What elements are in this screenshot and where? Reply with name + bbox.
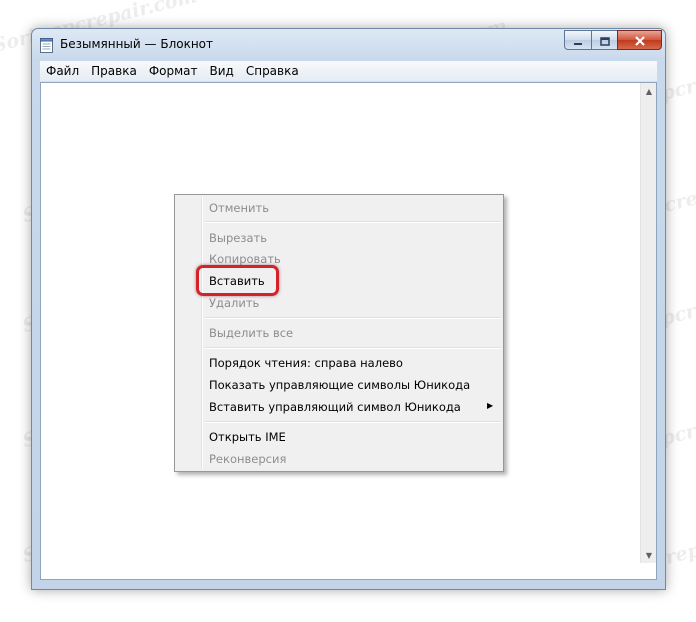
menu-separator — [205, 221, 501, 223]
notepad-icon — [40, 38, 53, 53]
menu-separator — [205, 347, 501, 349]
menu-item-insert-unicode-control-char[interactable]: Вставить управляющий символ Юникода — [209, 398, 461, 416]
menu-gutter — [201, 197, 203, 469]
caption-buttons — [564, 30, 662, 50]
menu-file[interactable]: Файл — [40, 61, 85, 81]
window-title: Безымянный — Блокнот — [60, 37, 214, 51]
menu-item-show-unicode-control-chars[interactable]: Показать управляющие символы Юникода — [209, 376, 470, 394]
menu-item-open-ime[interactable]: Открыть IME — [209, 428, 286, 446]
title-bar[interactable]: Безымянный — Блокнот — [32, 29, 665, 59]
scroll-up-icon[interactable]: ▲ — [641, 83, 657, 99]
menu-format[interactable]: Формат — [143, 61, 204, 81]
menu-item-reconversion[interactable]: Реконверсия — [209, 450, 286, 468]
vertical-scrollbar[interactable]: ▲ ▼ — [640, 83, 656, 563]
minimize-button[interactable] — [564, 30, 591, 50]
menu-bar: Файл Правка Формат Вид Справка — [40, 61, 657, 82]
menu-edit[interactable]: Правка — [85, 61, 143, 81]
maximize-icon — [599, 31, 610, 50]
menu-item-select-all[interactable]: Выделить все — [209, 324, 293, 342]
paste-highlight-annotation — [196, 265, 279, 296]
scroll-down-icon[interactable]: ▼ — [641, 547, 657, 563]
context-menu: Отменить Вырезать Копировать Вставить Уд… — [174, 194, 504, 472]
close-icon — [634, 31, 646, 50]
maximize-button[interactable] — [591, 30, 617, 50]
menu-separator — [205, 317, 501, 319]
close-button[interactable] — [617, 30, 662, 50]
menu-item-cut[interactable]: Вырезать — [209, 229, 267, 247]
menu-item-delete[interactable]: Удалить — [209, 294, 259, 312]
menu-view[interactable]: Вид — [204, 61, 240, 81]
menu-item-rtl-reading-order[interactable]: Порядок чтения: справа налево — [209, 354, 403, 372]
minimize-icon — [573, 31, 583, 50]
menu-help[interactable]: Справка — [240, 61, 305, 81]
menu-separator — [205, 421, 501, 423]
menu-item-undo[interactable]: Отменить — [209, 199, 269, 217]
submenu-arrow-icon: ▶ — [487, 401, 494, 410]
